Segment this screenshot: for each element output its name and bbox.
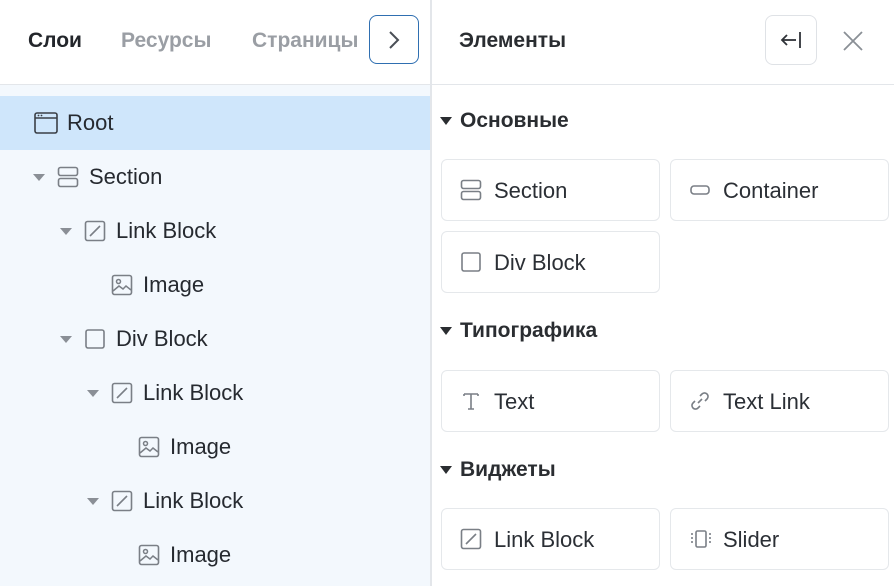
element-card-label: Slider — [723, 527, 780, 552]
panel-title: Элементы — [459, 29, 566, 52]
text-icon — [463, 393, 479, 410]
section-title: Типографика — [460, 319, 598, 342]
tree-item-image[interactable]: Image — [0, 258, 430, 312]
link-block-icon — [84, 220, 106, 242]
container-icon — [690, 185, 710, 195]
link-block-icon — [111, 490, 133, 512]
element-card-container[interactable]: Container — [670, 159, 889, 221]
tree-item-image[interactable]: Image — [0, 528, 430, 582]
image-icon — [111, 274, 133, 296]
element-card-slider[interactable]: Slider — [670, 508, 889, 570]
tree-item-label: Link Block — [143, 380, 244, 405]
tree-item-image[interactable]: Image — [0, 420, 430, 474]
caret-down-icon[interactable] — [60, 228, 72, 235]
caret-down-icon[interactable] — [60, 336, 72, 343]
div-block-icon — [461, 252, 481, 272]
tab-layers[interactable]: Слои — [28, 28, 82, 54]
caret-down-icon — [440, 466, 452, 474]
tabs-next-button[interactable] — [369, 15, 419, 64]
image-icon — [138, 544, 160, 566]
tree-item-label: Image — [143, 272, 205, 297]
chevron-right-icon — [389, 30, 400, 49]
tree-item-label: Root — [67, 110, 114, 135]
caret-down-icon[interactable] — [87, 498, 99, 505]
close-icon — [843, 31, 863, 51]
tree-item-label: Link Block — [143, 488, 244, 513]
tree-item-link-block[interactable]: Link Block — [0, 474, 430, 528]
window-icon — [34, 112, 58, 134]
element-card-div-block[interactable]: Div Block — [441, 231, 660, 293]
tree-item-section[interactable]: Section — [0, 150, 430, 204]
tree-item-label: Link Block — [116, 218, 217, 243]
element-card-link-block[interactable]: Link Block — [441, 508, 660, 570]
link-block-icon — [460, 528, 482, 550]
section-widgets-header[interactable]: Виджеты — [440, 457, 556, 483]
section-basic-header[interactable]: Основные — [440, 108, 569, 134]
panel-divider[interactable] — [430, 0, 432, 586]
element-card-label: Text — [494, 389, 535, 414]
navigator-panel: Слои Ресурсы Страницы Root Section Link … — [0, 0, 430, 586]
element-card-label: Container — [723, 178, 819, 203]
section-typography-header[interactable]: Типографика — [440, 318, 597, 344]
element-card-section[interactable]: Section — [441, 159, 660, 221]
collapse-panel-button[interactable] — [765, 15, 817, 65]
caret-down-icon — [440, 117, 452, 125]
link-block-icon — [111, 382, 133, 404]
tree-item-label: Image — [170, 434, 232, 459]
caret-down-icon[interactable] — [33, 174, 45, 181]
section-icon — [57, 166, 79, 188]
tree-item-label: Section — [89, 164, 163, 189]
navigator-tabs: Слои Ресурсы Страницы — [0, 0, 430, 85]
arrow-left-bar-icon — [780, 32, 801, 48]
tree-item-label: Image — [170, 542, 232, 567]
element-card-label: Link Block — [494, 527, 595, 552]
tree-item-root[interactable]: Root — [0, 96, 430, 150]
tab-assets[interactable]: Ресурсы — [121, 28, 211, 54]
section-icon — [460, 179, 482, 201]
section-title: Основные — [460, 109, 569, 132]
div-block-icon — [85, 329, 105, 349]
tree-item-link-block[interactable]: Link Block — [0, 366, 430, 420]
tree-item-div-block[interactable]: Div Block — [0, 312, 430, 366]
element-card-label: Section — [494, 178, 568, 203]
element-card-label: Div Block — [494, 250, 586, 275]
tree-item-link-block[interactable]: Link Block — [0, 204, 430, 258]
caret-down-icon[interactable] — [87, 390, 99, 397]
tree-item-label: Div Block — [116, 326, 208, 351]
section-title: Виджеты — [460, 458, 556, 481]
element-card-text-link[interactable]: Text Link — [670, 370, 889, 432]
caret-down-icon — [440, 327, 452, 335]
element-card-label: Text Link — [723, 389, 810, 414]
close-button[interactable] — [838, 26, 868, 56]
element-card-text[interactable]: Text — [441, 370, 660, 432]
tab-pages[interactable]: Страницы — [252, 28, 358, 54]
link-icon — [691, 392, 709, 410]
image-icon — [138, 436, 160, 458]
slider-icon — [691, 530, 711, 548]
